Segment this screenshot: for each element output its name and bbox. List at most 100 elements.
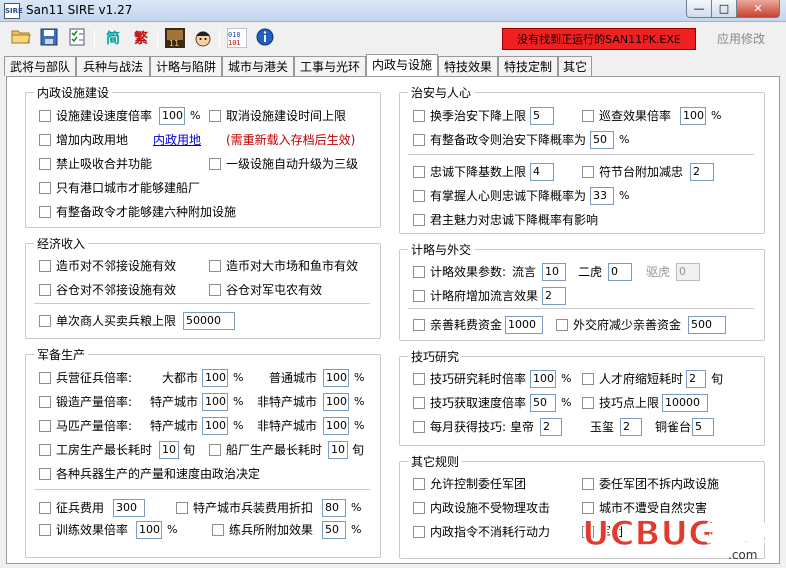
forge-special-input[interactable]: 100 xyxy=(202,393,228,411)
save-disk-icon[interactable] xyxy=(38,28,60,50)
stable-nonspecial-input[interactable]: 100 xyxy=(323,417,349,435)
apply-changes-button[interactable]: 应用修改 xyxy=(705,28,777,50)
open-folder-icon[interactable] xyxy=(10,28,32,50)
checkbox-diplomacy-office[interactable]: 外交府减少亲善资金 xyxy=(556,316,681,334)
talent-office-input[interactable]: 2 xyxy=(686,370,706,388)
checkbox-order-prob[interactable]: 有整备政令则治安下降概率为 xyxy=(413,131,586,149)
checkbox-dock-time[interactable]: 船厂生产最长耗时 xyxy=(209,441,322,459)
diplomacy-office-input[interactable]: 500 xyxy=(688,316,726,334)
tab-units-tactics[interactable]: 兵种与战法 xyxy=(76,56,150,76)
checkbox-order-limit[interactable]: 换季治安下降上限 xyxy=(413,107,526,125)
tab-schemes-traps[interactable]: 计略与陷阱 xyxy=(150,56,222,76)
tab-generals-troops[interactable]: 武将与部队 xyxy=(4,56,76,76)
checkbox-point-cap[interactable]: 技巧点上限 xyxy=(582,394,659,412)
tab-bar: 武将与部队 兵种与战法 计略与陷阱 城市与港关 工事与光环 内政与设施 特技效果… xyxy=(4,54,782,76)
festival-input[interactable]: 2 xyxy=(690,163,714,181)
checkbox-build-speed[interactable]: 设施建设速度倍率 xyxy=(39,107,152,125)
checkbox-granary-nonadj[interactable]: 谷仓对不邻接设施有效 xyxy=(39,281,176,299)
conscript-fee-input[interactable]: 300 xyxy=(113,499,145,517)
loyalty-base-input[interactable]: 4 xyxy=(530,163,554,181)
checkbox-no-merge[interactable]: 禁止吸收合并功能 xyxy=(39,155,152,173)
checkbox-train-effect[interactable]: 训练效果倍率 xyxy=(39,521,128,539)
land-link[interactable]: 内政用地 xyxy=(153,131,201,149)
minimize-button[interactable]: — xyxy=(686,0,712,18)
tab-skill-effects[interactable]: 特技效果 xyxy=(438,56,498,76)
train-additional-input[interactable]: 50 xyxy=(322,521,346,539)
tab-other[interactable]: 其它 xyxy=(558,56,592,76)
checkbox-merchant-limit[interactable]: 单次商人买卖兵粮上限 xyxy=(39,312,176,330)
special-discount-input[interactable]: 80 xyxy=(322,499,346,517)
dock-time-input[interactable]: 10 xyxy=(328,441,348,459)
binary-data-icon[interactable]: 010 101 xyxy=(226,27,248,50)
checkbox-delegate-control[interactable]: 允许控制委任军团 xyxy=(413,475,526,493)
research-time-input[interactable]: 100 xyxy=(530,370,556,388)
checkbox-cancel-time[interactable]: 取消设施建设时间上限 xyxy=(209,107,346,125)
close-button[interactable]: ✕ xyxy=(736,0,780,18)
group-scheme-diplomacy: 计略与外交 计略效果参数: 流言 10 二虎 0 驱虎 0 计略府增加流言效果 … xyxy=(399,241,765,341)
checkbox-workshop-time[interactable]: 工房生产最长耗时 xyxy=(39,441,152,459)
checkbox-special-discount[interactable]: 特产城市兵装费用折扣 xyxy=(176,499,313,517)
rumor-input[interactable]: 10 xyxy=(542,263,566,281)
point-cap-input[interactable]: 10000 xyxy=(662,394,708,412)
checkbox-stable-rate[interactable]: 马匹产量倍率: xyxy=(39,417,132,435)
checkbox-port-ship[interactable]: 只有港口城市才能够建船厂 xyxy=(39,179,200,197)
checkbox-no-demolish[interactable]: 委任军团不拆内政设施 xyxy=(582,475,719,493)
checkbox-no-stamina[interactable]: 内政指令不消耗行动力 xyxy=(413,523,550,541)
recruit-normal-city-input[interactable]: 100 xyxy=(323,369,349,387)
loyalty-prob-input[interactable]: 33 xyxy=(590,187,614,205)
tab-works-aura[interactable]: 工事与光环 xyxy=(294,56,366,76)
checkbox-coin-nonadj[interactable]: 造币对不邻接设施有效 xyxy=(39,257,176,275)
order-prob-input[interactable]: 50 xyxy=(590,131,614,149)
train-effect-input[interactable]: 100 xyxy=(136,521,162,539)
merchant-limit-input[interactable]: 50000 xyxy=(183,312,235,330)
checkbox-loyalty-base[interactable]: 忠诚下降基数上限 xyxy=(413,163,526,181)
checkbox-talent-office[interactable]: 人才府缩短耗时 xyxy=(582,370,683,388)
general-portrait-icon[interactable] xyxy=(192,28,214,50)
stable-special-input[interactable]: 100 xyxy=(202,417,228,435)
ucbug-watermark: UCBUG 游戏网 .com xyxy=(578,503,783,563)
checklist-icon[interactable] xyxy=(66,28,88,50)
workshop-time-input[interactable]: 10 xyxy=(159,441,179,459)
bronze-input[interactable]: 5 xyxy=(692,418,714,436)
info-icon[interactable] xyxy=(254,28,276,50)
checkbox-coin-market[interactable]: 造币对大市场和鱼市有效 xyxy=(209,257,358,275)
checkbox-loyalty-prob[interactable]: 有掌握人心则忠诚下降概率为 xyxy=(413,187,586,205)
build-speed-input[interactable]: 100 xyxy=(159,107,185,125)
checkbox-add-land[interactable]: 增加内政用地 xyxy=(39,131,128,149)
checkbox-charm[interactable]: 君主魅力对忠诚下降概率有影响 xyxy=(413,211,598,229)
traditional-chinese-button[interactable]: 繁 xyxy=(130,28,152,50)
checkbox-monthly-gain[interactable]: 每月获得技巧: xyxy=(413,418,506,436)
simplified-chinese-button[interactable]: 简 xyxy=(102,28,124,50)
seal-input[interactable]: 2 xyxy=(620,418,642,436)
order-limit-input[interactable]: 5 xyxy=(530,107,554,125)
checkbox-patrol-rate[interactable]: 巡查效果倍率 xyxy=(582,107,671,125)
two-tigers-input[interactable]: 0 xyxy=(608,263,632,281)
san11-game-icon[interactable]: 11 xyxy=(164,28,186,50)
checkbox-no-physical-attack[interactable]: 内政设施不受物理攻击 xyxy=(413,499,550,517)
checkbox-scheme-office[interactable]: 计略府增加流言效果 xyxy=(413,287,538,305)
recruit-big-city-input[interactable]: 100 xyxy=(202,369,228,387)
checkbox-forge-rate[interactable]: 锻造产量倍率: xyxy=(39,393,132,411)
patrol-rate-input[interactable]: 100 xyxy=(680,107,706,125)
tab-cities-ports[interactable]: 城市与港关 xyxy=(222,56,294,76)
checkbox-festival[interactable]: 符节台附加减忠 xyxy=(582,163,683,181)
tab-skill-custom[interactable]: 特技定制 xyxy=(498,56,558,76)
checkbox-auto-upgrade[interactable]: 一级设施自动升级为三级 xyxy=(209,155,358,173)
maximize-button[interactable]: □ xyxy=(711,0,737,18)
checkbox-weapon-politics[interactable]: 各种兵器生产的产量和速度由政治决定 xyxy=(39,465,260,483)
checkbox-six-facilities[interactable]: 有整备政令才能够建六种附加设施 xyxy=(39,203,236,221)
checkbox-goodwill-cost[interactable]: 亲善耗费资金 xyxy=(413,316,502,334)
gain-speed-input[interactable]: 50 xyxy=(530,394,556,412)
checkbox-train-additional[interactable]: 练兵所附加效果 xyxy=(212,521,313,539)
tab-domestic-facilities[interactable]: 内政与设施 xyxy=(366,54,438,76)
emperor-input[interactable]: 2 xyxy=(540,418,562,436)
checkbox-scheme-params[interactable]: 计略效果参数: xyxy=(413,263,506,281)
checkbox-gain-speed[interactable]: 技巧获取速度倍率 xyxy=(413,394,526,412)
checkbox-conscript-fee[interactable]: 征兵费用 xyxy=(39,499,104,517)
checkbox-research-time[interactable]: 技巧研究耗时倍率 xyxy=(413,370,526,388)
checkbox-granary-farm[interactable]: 谷仓对军屯农有效 xyxy=(209,281,322,299)
scheme-office-input[interactable]: 2 xyxy=(542,287,566,305)
goodwill-cost-input[interactable]: 1000 xyxy=(505,316,543,334)
forge-nonspecial-input[interactable]: 100 xyxy=(323,393,349,411)
checkbox-recruit-rate[interactable]: 兵营征兵倍率: xyxy=(39,369,132,387)
